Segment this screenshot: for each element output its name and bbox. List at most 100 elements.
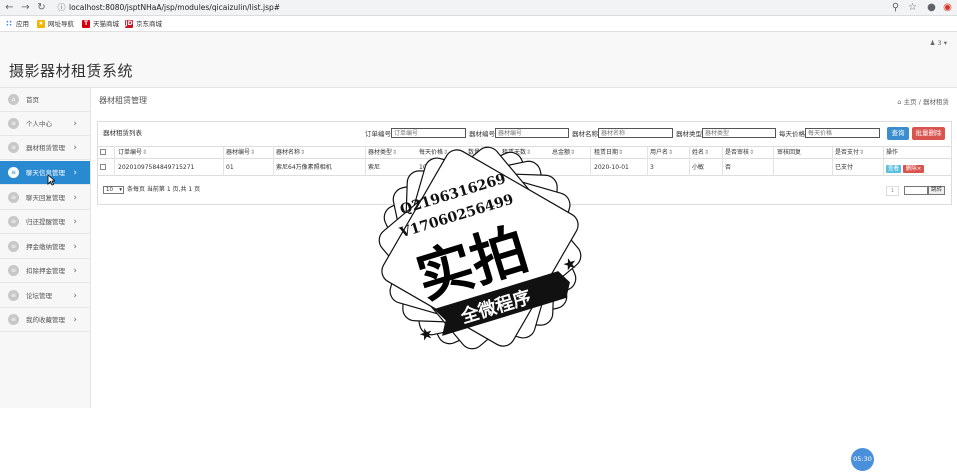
bookmark-tmall[interactable]: T 天猫商城 (82, 19, 119, 29)
col-name[interactable]: 姓名⇕ (692, 149, 709, 157)
sort-icon: ⇕ (704, 149, 710, 156)
list-icon: ≡ (8, 167, 19, 178)
page-size-select[interactable]: 10 ▾ (103, 186, 124, 194)
sort-icon: ⇕ (859, 149, 865, 156)
sort-icon: ⇕ (300, 149, 306, 156)
col-audited[interactable]: 是否审核⇕ (725, 149, 754, 157)
sidebar-item-return-reminder[interactable]: ≡ 归还提醒管理 › (0, 210, 90, 234)
page-number-button[interactable]: 1 (886, 186, 899, 196)
extension-icon[interactable]: ◉ (942, 2, 953, 13)
col-paid[interactable]: 是否支付⇕ (835, 149, 864, 157)
back-icon[interactable]: ← (4, 2, 15, 13)
chevron-right-icon: › (73, 168, 77, 178)
equip-type-label: 器材类型 (676, 130, 702, 138)
col-label: 器材名称 (276, 149, 301, 156)
sidebar-item-label: 押金缴纳管理 (26, 243, 65, 251)
bookmark-apps[interactable]: ∷ 应用 (5, 19, 29, 29)
browser-toolbar: ← → ↻ ⓘ localhost:8080/jsptNHaA/jsp/modu… (0, 0, 957, 16)
sidebar-item-rental[interactable]: ≡ 器材租赁管理 › (0, 136, 90, 160)
delete-label: 删除 (905, 166, 917, 172)
sidebar-item-chat-reply[interactable]: ≡ 聊天回复管理 › (0, 186, 90, 210)
tmall-icon: T (82, 20, 90, 28)
cell-equip-no: 01 (226, 164, 234, 171)
close-icon: × (916, 166, 922, 172)
breadcrumb-home[interactable]: 主页 (904, 98, 917, 106)
equip-type-input[interactable] (702, 128, 776, 138)
col-divider (883, 146, 884, 176)
home-icon: ⌂ (897, 98, 902, 106)
sidebar-item-label: 扣除押金管理 (26, 267, 65, 275)
home-icon: ⌂ (8, 94, 19, 105)
col-equip-no[interactable]: 器材编号⇕ (226, 149, 255, 157)
page-title: 器材租赁管理 (99, 96, 147, 105)
sidebar-item-profile[interactable]: ≡ 个人中心 › (0, 112, 90, 136)
sort-icon: ⇕ (142, 149, 148, 156)
chevron-right-icon: › (73, 119, 77, 129)
page-size-value: 10 (106, 187, 113, 193)
chevron-right-icon: › (73, 291, 77, 301)
reload-icon[interactable]: ↻ (36, 2, 47, 13)
view-button[interactable]: 查看 (886, 165, 901, 173)
batch-delete-button[interactable]: 批量删除 (912, 127, 945, 140)
sort-icon: ⇕ (749, 149, 755, 156)
bookmark-label: 京东商城 (136, 20, 162, 28)
bookmark-star-icon[interactable]: ☆ (907, 2, 918, 13)
user-menu[interactable]: ♟ 3 ▾ (930, 39, 947, 47)
col-equip-name[interactable]: 器材名称⇕ (276, 149, 305, 157)
sidebar-item-label: 我的收藏管理 (26, 316, 65, 324)
chevron-down-icon: ▾ (119, 187, 122, 193)
bookmark-nav[interactable]: ★ 网址导航 (37, 19, 74, 29)
sidebar-item-label: 首页 (26, 96, 39, 104)
sidebar-item-favorites[interactable]: ≡ 我的收藏管理 › (0, 308, 90, 332)
page-info: 条每页 当前第 1 页,共 1 页 (127, 186, 201, 193)
cell-equip-name: 索尼64万像素照相机 (276, 164, 332, 171)
sidebar: ⌂ 首页 ≡ 个人中心 › ≡ 器材租赁管理 › ≡ 聊天信息管理 › ≡ 聊天… (0, 88, 91, 408)
equip-name-input[interactable] (598, 128, 673, 138)
price-label: 每天价格 (779, 130, 805, 138)
sidebar-item-forum[interactable]: ≡ 论坛管理 › (0, 284, 90, 308)
col-actions: 操作 (886, 149, 899, 156)
col-divider (647, 146, 648, 176)
cell-name: 小敏 (692, 164, 705, 171)
list-icon: ≡ (8, 142, 19, 153)
col-username[interactable]: 用户名⇕ (650, 149, 673, 157)
query-button[interactable]: 查询 (887, 127, 909, 140)
jump-page-input[interactable] (904, 186, 928, 195)
info-icon[interactable]: ⓘ (56, 2, 67, 13)
list-icon: ≡ (8, 265, 19, 276)
chevron-right-icon: › (73, 193, 77, 203)
delete-button[interactable]: 删除× (903, 165, 924, 173)
col-order-no[interactable]: 订单编号⇕ (118, 149, 147, 157)
forward-icon[interactable]: → (20, 2, 31, 13)
app-header: 摄影器材租赁系统 ♟ 3 ▾ (0, 32, 957, 88)
apps-grid-icon: ∷ (6, 19, 12, 28)
breadcrumb-separator: / (918, 98, 921, 106)
app-title: 摄影器材租赁系统 (9, 62, 134, 80)
col-divider (114, 146, 115, 176)
price-input[interactable] (805, 128, 880, 138)
col-divider (223, 146, 224, 176)
sidebar-item-deposit-deduct[interactable]: ≡ 扣除押金管理 › (0, 259, 90, 283)
profile-icon[interactable]: ● (926, 2, 937, 13)
col-label: 订单编号 (118, 149, 143, 156)
sort-icon: ⇕ (618, 149, 624, 156)
sidebar-item-label: 聊天回复管理 (26, 194, 65, 202)
sidebar-item-home[interactable]: ⌂ 首页 (0, 88, 90, 112)
select-all-checkbox[interactable] (100, 149, 106, 155)
mouse-cursor-icon (47, 174, 55, 186)
sort-icon: ⇕ (250, 149, 256, 156)
sidebar-item-chat-info[interactable]: ≡ 聊天信息管理 › (0, 161, 90, 185)
zoom-icon[interactable]: ⚲ (890, 2, 901, 13)
chevron-right-icon: › (73, 315, 77, 325)
col-divider (689, 146, 690, 176)
address-bar[interactable]: localhost:8080/jsptNHaA/jsp/modules/qica… (69, 2, 280, 13)
sort-icon: ⇕ (668, 149, 674, 156)
breadcrumb: ⌂ 主页 / 器材租赁 (897, 96, 949, 106)
bookmark-jd[interactable]: JD 京东商城 (125, 19, 162, 29)
row-checkbox[interactable] (100, 164, 106, 170)
list-title: 器材租赁列表 (103, 129, 142, 137)
bookmarks-bar: ∷ 应用 ★ 网址导航 T 天猫商城 JD 京东商城 (0, 16, 957, 32)
jump-button[interactable]: 跳转 (928, 186, 945, 195)
breadcrumb-current: 器材租赁 (923, 98, 949, 106)
sidebar-item-deposit[interactable]: ≡ 押金缴纳管理 › (0, 235, 90, 259)
